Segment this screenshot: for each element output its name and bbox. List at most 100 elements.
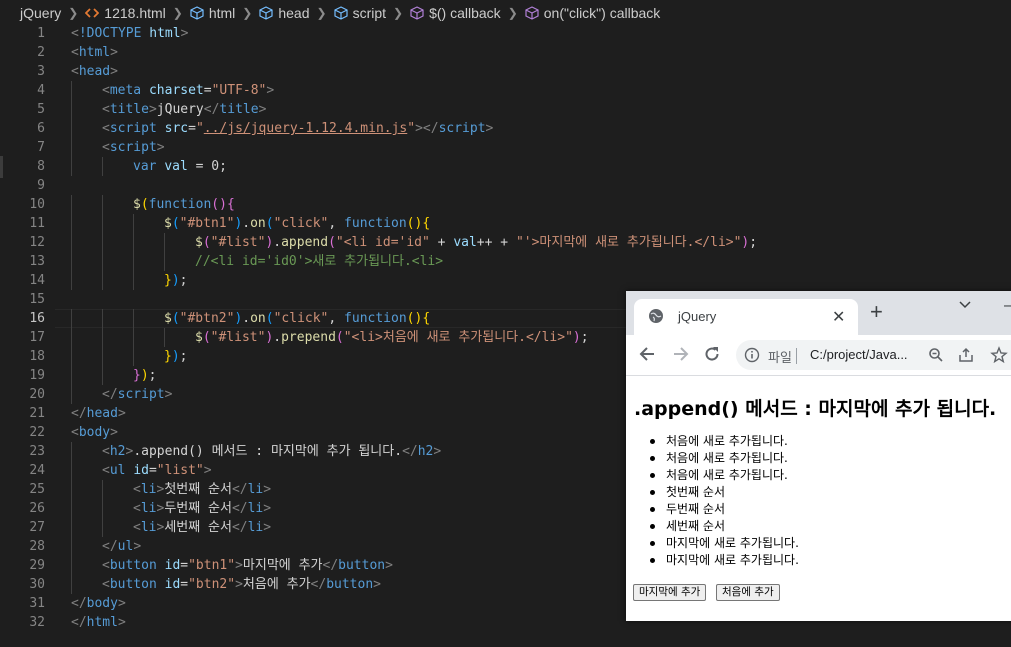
chevron-right-icon: ❯ (393, 6, 404, 20)
share-icon[interactable] (958, 347, 974, 368)
indent-guide (71, 366, 72, 385)
breadcrumb-label: jQuery (20, 5, 62, 21)
breadcrumb-label: on("click") callback (543, 5, 661, 21)
star-icon[interactable] (990, 346, 1008, 369)
new-tab-button[interactable]: + (870, 301, 883, 323)
line-number: 9 (37, 178, 45, 193)
indent-guide (102, 157, 103, 176)
indent-guide (71, 461, 72, 480)
indent-guide (71, 385, 72, 404)
code-text: }); (133, 368, 157, 383)
breadcrumb: jQuery ❯ 1218.html ❯ html ❯ head ❯ scrip… (0, 0, 1011, 26)
cube-icon (333, 6, 348, 20)
minimize-button[interactable]: – (1004, 297, 1011, 315)
code-text: <script> (102, 140, 165, 155)
line-number: 30 (29, 577, 45, 592)
globe-icon (648, 308, 664, 329)
browser-page: .append() 메서드 : 마지막에 추가 됩니다. 처음에 새로 추가됩니… (626, 376, 1011, 621)
code-line[interactable]: 1 <!DOCTYPE html> (0, 24, 1011, 43)
line-number: 31 (29, 596, 45, 611)
browser-toolbar: 파일 C:/project/Java... (626, 335, 1011, 376)
code-line[interactable]: 2 <html> (0, 43, 1011, 62)
page-heading: .append() 메서드 : 마지막에 추가 됩니다. (634, 398, 997, 420)
line-number: 3 (37, 64, 45, 79)
breadcrumb-item-html[interactable]: html (190, 5, 235, 21)
code-line[interactable]: 9 (0, 176, 1011, 195)
address-bar[interactable]: 파일 C:/project/Java... (736, 340, 1011, 370)
code-text: </script> (102, 387, 173, 402)
indent-guide (71, 556, 72, 575)
line-number: 21 (29, 406, 45, 421)
line-number: 22 (29, 425, 45, 440)
indent-guide (102, 271, 103, 290)
indent-guide (102, 252, 103, 271)
code-line[interactable]: 7 <script> (0, 138, 1011, 157)
line-number: 10 (29, 197, 45, 212)
line-number: 1 (37, 26, 45, 41)
indent-guide (71, 252, 72, 271)
code-line[interactable]: 8 var val = 0; (0, 157, 1011, 176)
code-text: </body> (71, 596, 126, 611)
breadcrumb-item-folder[interactable]: jQuery (20, 5, 61, 21)
code-line[interactable]: 10 $(function(){ (0, 195, 1011, 214)
indent-guide (71, 100, 72, 119)
forward-arrow-icon[interactable] (670, 344, 690, 369)
chevron-right-icon: ❯ (68, 6, 79, 20)
editor-gutter-marker (0, 156, 3, 178)
code-text: <li>세번째 순서</li> (133, 520, 272, 535)
code-line[interactable]: 14}); (0, 271, 1011, 290)
append-button[interactable]: 마지막에 추가 (633, 584, 707, 601)
code-line[interactable]: 6 <script src="../js/jquery-1.12.4.min.js… (0, 119, 1011, 138)
code-line[interactable]: 11 $("#btn1").on("click", function(){ (0, 214, 1011, 233)
breadcrumb-item-script[interactable]: script (333, 5, 386, 21)
code-text: <html> (71, 45, 118, 60)
code-line[interactable]: 4 <meta charset="UTF-8"> (0, 81, 1011, 100)
breadcrumb-item-callback[interactable]: $() callback (410, 5, 501, 21)
code-text: <!DOCTYPE html> (71, 26, 189, 41)
prepend-button[interactable]: 처음에 추가 (716, 584, 780, 601)
code-text: </head> (71, 406, 126, 421)
indent-guide (71, 81, 72, 100)
zoom-icon[interactable] (928, 347, 944, 368)
code-line[interactable]: 5 <title>jQuery</title> (0, 100, 1011, 119)
breadcrumb-item-head[interactable]: head (259, 5, 310, 21)
back-arrow-icon[interactable] (638, 344, 658, 369)
breadcrumb-item-on-click[interactable]: on("click") callback (525, 5, 661, 21)
indent-guide (133, 252, 134, 271)
cube-icon (190, 6, 204, 20)
indent-guide (71, 214, 72, 233)
indent-guide (71, 575, 72, 594)
code-line[interactable]: 13 //<li id='id0'>새로 추가됩니다.<li> (0, 252, 1011, 271)
breadcrumb-label: html (208, 5, 236, 21)
breadcrumb-item-file[interactable]: 1218.html (85, 5, 166, 21)
code-line[interactable]: 12 $("#list").append("<li id='id" + val++… (0, 233, 1011, 252)
info-icon[interactable] (744, 347, 760, 368)
close-icon[interactable]: ✕ (832, 307, 845, 327)
line-number: 28 (29, 539, 45, 554)
reload-icon[interactable] (702, 344, 722, 369)
item-list: 처음에 새로 추가됩니다. 처음에 새로 추가됩니다. 처음에 새로 추가됩니다… (650, 433, 799, 569)
indent-guide (102, 195, 103, 214)
breadcrumb-label: head (278, 5, 310, 21)
indent-guide (71, 480, 72, 499)
cube-icon (259, 6, 273, 20)
line-number: 24 (29, 463, 45, 478)
line-number: 20 (29, 387, 45, 402)
indent-guide (133, 328, 134, 347)
indent-guide (71, 195, 72, 214)
browser-tab[interactable]: jQuery ✕ (634, 299, 858, 335)
code-text: }); (164, 273, 188, 288)
code-text: var val = 0; (133, 159, 227, 174)
code-line[interactable]: 3 <head> (0, 62, 1011, 81)
line-number: 26 (29, 501, 45, 516)
line-number: 13 (29, 254, 45, 269)
indent-guide (102, 309, 103, 328)
indent-guide (71, 537, 72, 556)
indent-guide (71, 442, 72, 461)
indent-guide (71, 119, 72, 138)
code-text: <meta charset="UTF-8"> (102, 83, 275, 98)
chevron-down-icon[interactable] (958, 296, 972, 314)
indent-guide (133, 214, 134, 233)
browser-tab-strip: jQuery ✕ + – (626, 291, 1011, 335)
url-text[interactable]: C:/project/Java... (810, 347, 908, 362)
